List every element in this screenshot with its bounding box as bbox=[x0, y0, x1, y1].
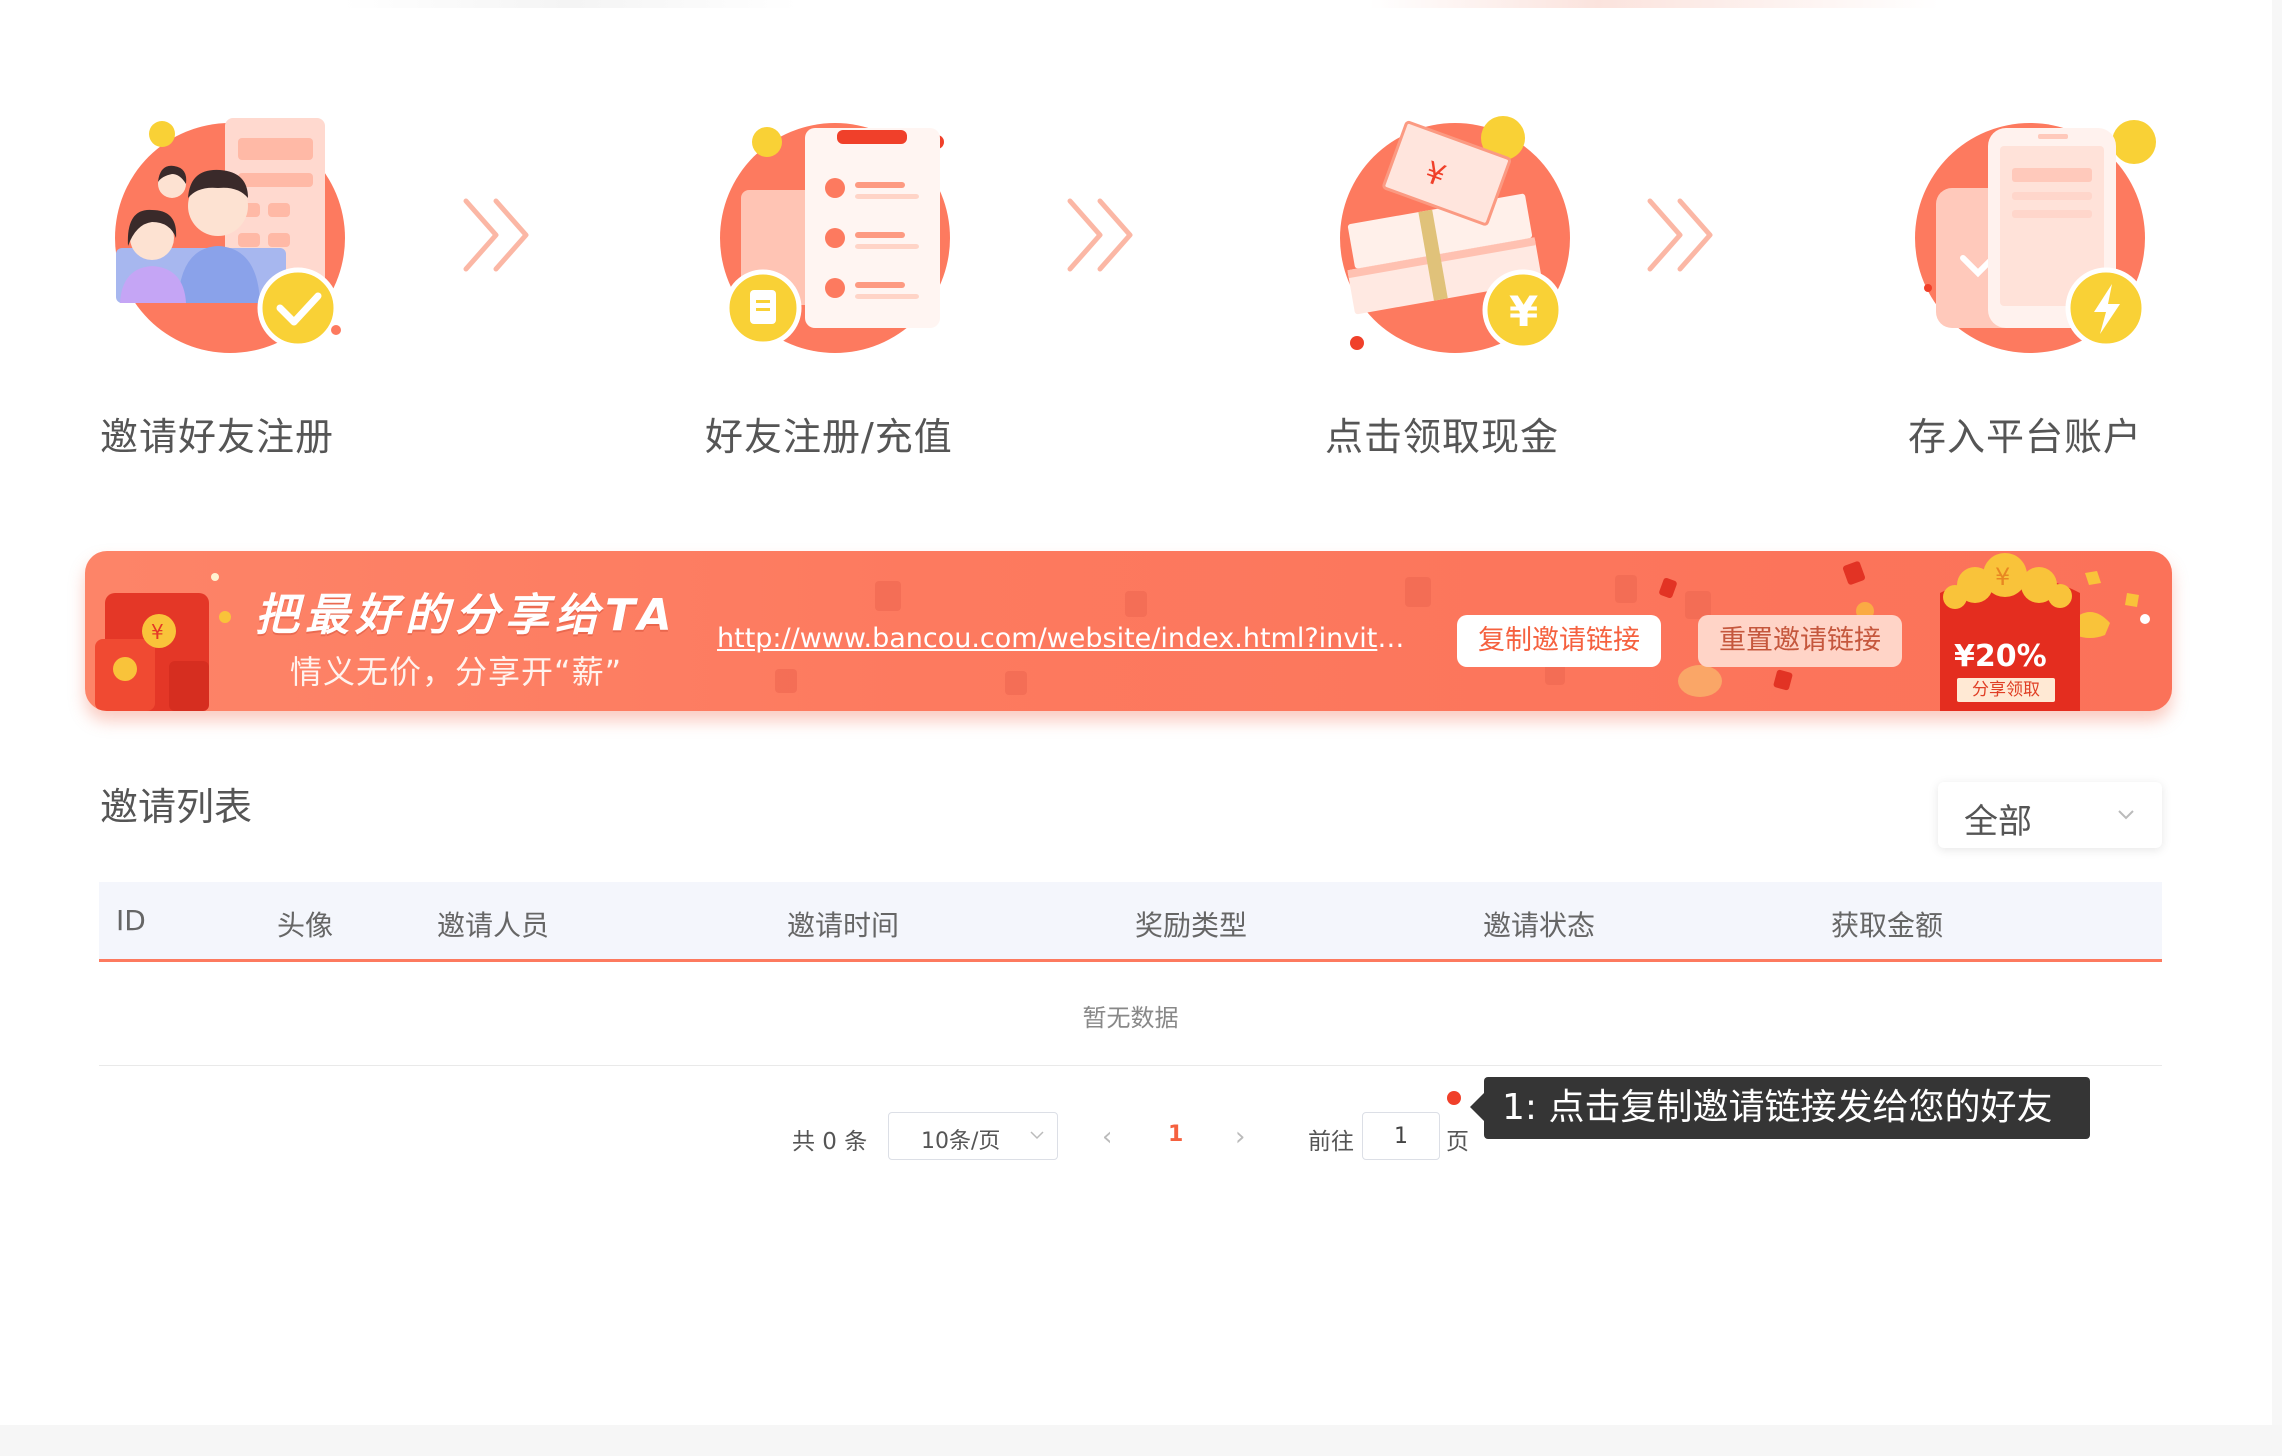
goto-page-input[interactable] bbox=[1362, 1112, 1440, 1160]
invite-banner: ¥ ¥ ¥20% 分享领取 把最好的分享给TA 情义无价，分享开“薪” http… bbox=[85, 551, 2172, 711]
reward-caption: 分享领取 bbox=[1957, 678, 2055, 702]
bottom-bar bbox=[0, 1425, 2282, 1456]
page-size-value: 10条/页 bbox=[921, 1129, 1001, 1154]
chevron-down-icon bbox=[1030, 1131, 1044, 1140]
table-empty-row: 暂无数据 bbox=[99, 964, 2162, 1066]
banner-title: 把最好的分享给TA bbox=[255, 590, 678, 641]
column-header-id: ID bbox=[116, 904, 146, 937]
reward-percent: ¥20% bbox=[1954, 639, 2047, 674]
invite-friends-icon bbox=[100, 98, 360, 378]
column-header-avatar: 头像 bbox=[277, 909, 334, 942]
invite-list-title: 邀请列表 bbox=[100, 785, 253, 829]
step-invite: 邀请好友注册 bbox=[100, 98, 360, 478]
step-label: 点击领取现金 bbox=[1325, 415, 1560, 459]
step-cash: ¥ ¥ 点击领取现金 bbox=[1325, 98, 1585, 478]
phone-deposit-icon bbox=[1908, 98, 2168, 378]
banner-subtitle: 情义无价，分享开“薪” bbox=[290, 653, 623, 691]
next-page-button[interactable]: › bbox=[1235, 1122, 1245, 1152]
table-header: ID 头像 邀请人员 邀请时间 奖励类型 邀请状态 获取金额 bbox=[99, 882, 2162, 962]
step-register: 好友注册/充值 bbox=[705, 98, 965, 478]
step-label: 存入平台账户 bbox=[1908, 415, 2143, 459]
chevron-double-right-icon bbox=[1062, 195, 1142, 275]
prev-page-button[interactable]: ‹ bbox=[1102, 1122, 1112, 1152]
svg-text:¥: ¥ bbox=[1509, 287, 1538, 336]
register-form-icon bbox=[705, 98, 965, 378]
status-filter-select[interactable]: 全部 bbox=[1938, 782, 2162, 848]
guide-tooltip: 1: 点击复制邀请链接发给您的好友 bbox=[1470, 1077, 2090, 1139]
column-header-reward-type: 奖励类型 bbox=[1135, 909, 1248, 942]
chevron-down-icon bbox=[2118, 810, 2134, 820]
page-scrollbar[interactable] bbox=[2272, 0, 2282, 1456]
invite-link[interactable]: http://www.bancou.com/website/index.html… bbox=[717, 623, 1407, 654]
page-number-current[interactable]: 1 bbox=[1168, 1122, 1183, 1147]
page-unit-label: 页 bbox=[1446, 1129, 1469, 1155]
column-header-amount: 获取金额 bbox=[1831, 909, 1944, 942]
copy-invite-link-button[interactable]: 复制邀请链接 bbox=[1457, 615, 1661, 667]
reset-invite-link-button[interactable]: 重置邀请链接 bbox=[1698, 615, 1902, 667]
empty-state-text: 暂无数据 bbox=[1082, 1004, 1179, 1032]
pagination-total: 共 0 条 bbox=[792, 1129, 868, 1155]
filter-value: 全部 bbox=[1964, 802, 2032, 842]
svg-text:¥: ¥ bbox=[1995, 563, 2010, 591]
svg-text:¥: ¥ bbox=[151, 620, 164, 644]
step-deposit: 存入平台账户 bbox=[1908, 98, 2168, 478]
cash-stack-icon: ¥ ¥ bbox=[1325, 98, 1585, 378]
page-size-select[interactable]: 10条/页 bbox=[888, 1112, 1058, 1160]
column-header-inviter: 邀请人员 bbox=[437, 909, 550, 942]
chevron-double-right-icon bbox=[1642, 195, 1722, 275]
guide-marker-dot bbox=[1447, 1091, 1461, 1105]
column-header-invite-time: 邀请时间 bbox=[787, 909, 900, 942]
column-header-invite-status: 邀请状态 bbox=[1483, 909, 1596, 942]
step-label: 好友注册/充值 bbox=[705, 415, 953, 459]
top-fade-decoration bbox=[0, 0, 2282, 8]
step-label: 邀请好友注册 bbox=[100, 415, 335, 459]
chevron-double-right-icon bbox=[458, 195, 538, 275]
goto-label: 前往 bbox=[1308, 1129, 1354, 1155]
